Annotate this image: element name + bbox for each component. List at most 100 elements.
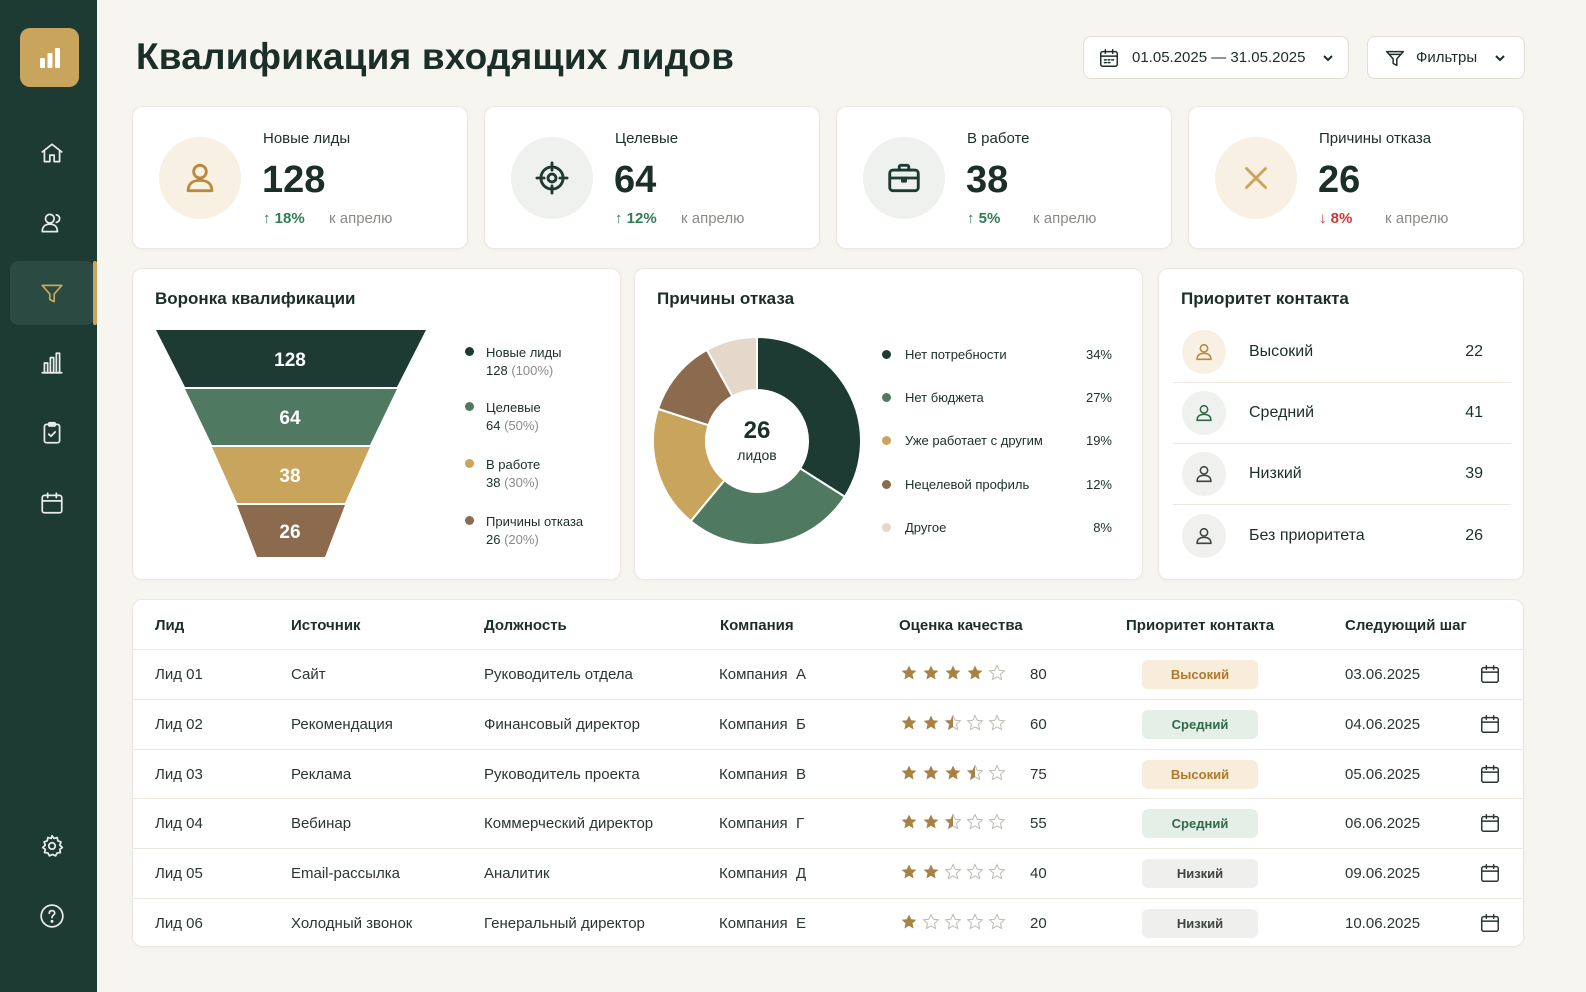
calendar-icon[interactable]	[1479, 663, 1501, 685]
priority-badge: Высокий	[1142, 759, 1258, 789]
quality-score: 40	[1030, 865, 1047, 883]
quality-score: 80	[1030, 666, 1047, 683]
legend-dot	[882, 392, 891, 402]
sidebar-item-home[interactable]	[10, 121, 94, 185]
kpi-note: к апрелю	[1033, 210, 1097, 227]
star-icon	[923, 814, 939, 829]
filters-button[interactable]: Фильтры	[1367, 36, 1525, 79]
calendar-icon[interactable]	[1479, 862, 1501, 884]
sidebar-item-funnel[interactable]	[10, 261, 97, 325]
table-header[interactable]: Должность	[484, 617, 567, 634]
table-header[interactable]: Следующий шаг	[1345, 617, 1467, 634]
star-icon	[901, 765, 917, 780]
table-row[interactable]: Лид 01 Сайт Руководитель отдела Компания А 8…	[133, 649, 1523, 699]
priority-row-high[interactable]: Высокий 22	[1173, 322, 1511, 383]
priority-count: 22	[1465, 343, 1483, 360]
priority-badge: Низкий	[1142, 859, 1258, 889]
quality-rating	[900, 714, 1006, 732]
next-step-date: 03.06.2025	[1345, 666, 1421, 683]
pie-legend-item: Нет бюджета 27%	[882, 387, 1112, 407]
funnel-legend-item: Причины отказа 26 (20%)	[465, 512, 583, 547]
funnel-stage-value: 64	[279, 408, 301, 429]
funnel-icon	[41, 284, 63, 303]
cell-lead[interactable]: Лид 04	[155, 815, 203, 832]
priority-row-none[interactable]: Без приоритета 26	[1173, 505, 1511, 566]
cell-lead[interactable]: Лид 06	[155, 915, 203, 932]
kpi-delta: ↑ 5%	[967, 210, 1001, 227]
table-header[interactable]: Компания	[720, 617, 794, 634]
cell-source: Рекомендация	[291, 715, 393, 733]
calendar-icon[interactable]	[1479, 763, 1501, 785]
priority-row-medium[interactable]: Средний 41	[1173, 383, 1511, 444]
calendar-icon[interactable]	[1479, 812, 1501, 834]
donut-center-value: 26	[743, 417, 771, 444]
app-logo[interactable]	[20, 28, 79, 87]
table-row[interactable]: Лид 04 Вебинар Коммерческий директор Компан…	[133, 798, 1523, 848]
legend-dot	[465, 347, 474, 356]
cell-source: Реклама	[291, 765, 352, 783]
quality-score: 20	[1030, 915, 1047, 932]
table-row[interactable]: Лид 02 Рекомендация Финансовый директор Ком…	[133, 698, 1523, 749]
legend-label: Причины отказа	[486, 514, 584, 529]
kpi-card-target[interactable]: Целевые 64 ↑ 12% к апрелю	[484, 106, 820, 249]
star-icon	[966, 863, 984, 880]
table-header[interactable]: Лид	[155, 617, 184, 634]
star-icon	[988, 714, 1006, 731]
cell-lead[interactable]: Лид 03	[155, 766, 203, 783]
cell-lead[interactable]: Лид 05	[155, 865, 203, 882]
kpi-card-rejection[interactable]: Причины отказа 26 ↓ 8% к апрелю	[1188, 106, 1524, 249]
calendar-icon[interactable]	[1479, 912, 1501, 934]
sidebar-item-calendar[interactable]	[10, 471, 94, 535]
sidebar-item-tasks[interactable]	[10, 401, 94, 465]
star-icon	[966, 763, 984, 781]
priority-card: Приоритет контакта Высокий 22 Средний 41…	[1158, 268, 1524, 580]
gear-icon	[41, 834, 64, 857]
legend-dot	[465, 402, 474, 411]
quality-rating	[900, 763, 1006, 782]
table-header[interactable]: Источник	[291, 617, 361, 634]
funnel-stage-value: 38	[279, 466, 300, 487]
legend-value: 38 (30%)	[486, 475, 539, 490]
funnel-chart: 128 64 38 26	[156, 330, 426, 557]
clipboard-check-icon	[43, 421, 61, 444]
funnel-card: Воронка квалификации 128 64 38 26 Новые …	[132, 268, 621, 580]
cell-lead[interactable]: Лид 01	[155, 666, 203, 683]
funnel-stage-value: 26	[279, 522, 300, 543]
sidebar-item-users[interactable]	[10, 191, 94, 255]
date-range-picker[interactable]: 01.05.2025 — 31.05.2025	[1083, 36, 1349, 79]
home-icon	[41, 143, 63, 163]
legend-label: В работе	[486, 457, 541, 472]
star-icon	[988, 913, 1006, 930]
table-row[interactable]: Лид 03 Реклама Руководитель проекта Компани…	[133, 748, 1523, 799]
table-header[interactable]: Приоритет контакта	[1126, 617, 1274, 634]
kpi-card-in-progress[interactable]: В работе 38 ↑ 5% к апрелю	[836, 106, 1172, 249]
priority-badge: Низкий	[1142, 909, 1258, 938]
table-row[interactable]: Лид 06 Холодный звонок Генеральный директо…	[133, 898, 1523, 948]
kpi-label: Причины отказа	[1319, 130, 1432, 147]
table-row[interactable]: Лид 05 Email-рассылка Аналитик Компания Д 40…	[133, 848, 1523, 898]
star-icon	[901, 715, 917, 730]
user-icon	[1182, 391, 1226, 435]
cell-position: Аналитик	[484, 865, 550, 883]
cell-position: Руководитель отдела	[484, 666, 633, 683]
sidebar-item-help[interactable]	[10, 884, 94, 948]
sidebar-item-analytics[interactable]	[10, 331, 94, 395]
table-header[interactable]: Оценка качества	[899, 617, 1023, 634]
cell-lead[interactable]: Лид 02	[155, 716, 203, 733]
users-icon	[41, 213, 61, 233]
kpi-card-new-leads[interactable]: Новые лиды 128 ↑ 18% к апрелю	[132, 106, 468, 249]
priority-name: Низкий	[1249, 465, 1302, 482]
calendar-icon[interactable]	[1479, 713, 1501, 735]
priority-name: Высокий	[1249, 343, 1314, 360]
priority-badge: Высокий	[1142, 660, 1258, 689]
filter-icon	[1384, 47, 1406, 69]
donut-center-label: лидов	[737, 447, 777, 463]
priority-row-low[interactable]: Низкий 39	[1173, 444, 1511, 505]
cell-position: Коммерческий директор	[484, 815, 654, 833]
legend-label: Целевые	[486, 400, 541, 415]
calendar-icon	[1098, 47, 1120, 69]
legend-value: 19%	[1085, 432, 1112, 448]
sidebar-item-settings[interactable]	[10, 814, 94, 878]
star-icon	[988, 863, 1006, 880]
priority-count: 26	[1465, 526, 1483, 544]
